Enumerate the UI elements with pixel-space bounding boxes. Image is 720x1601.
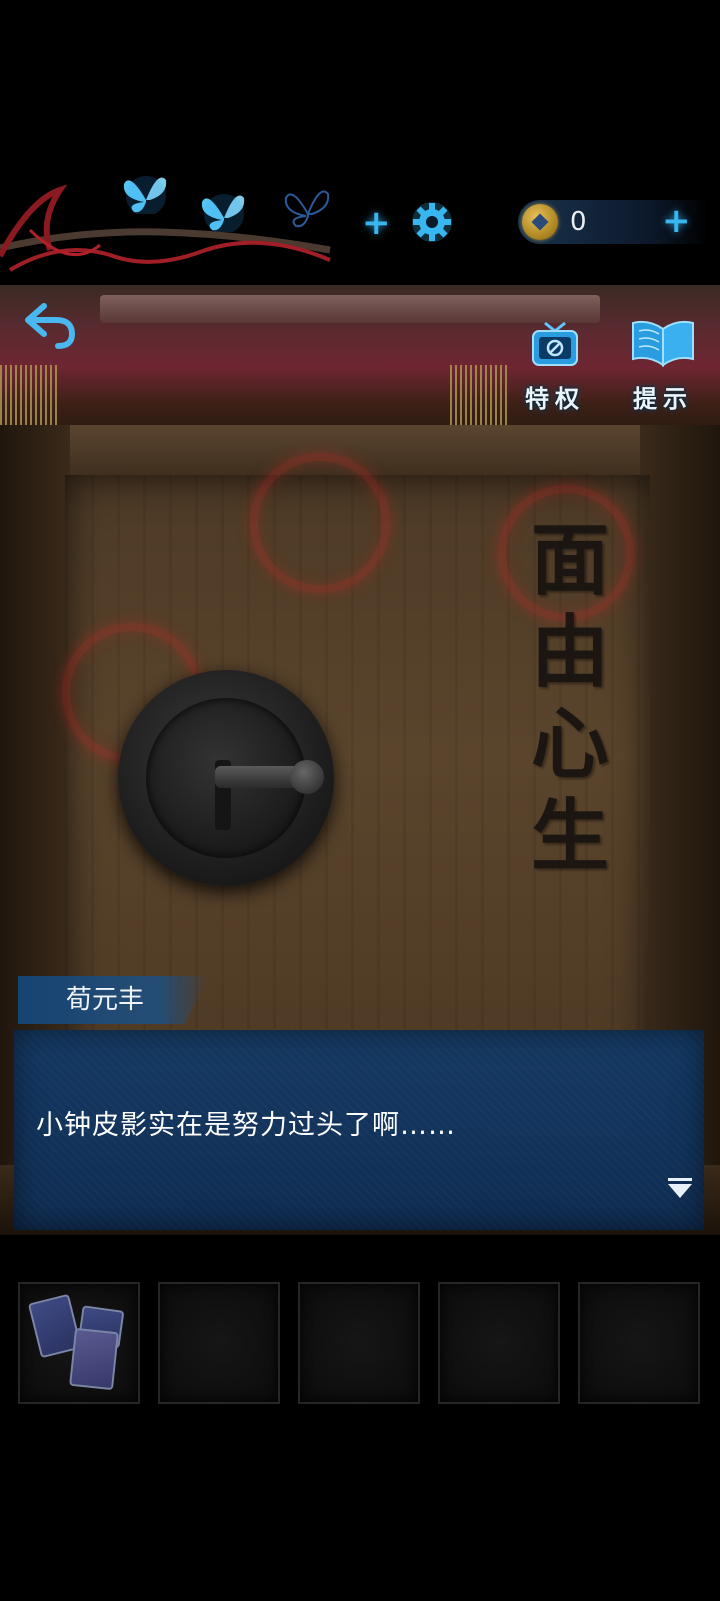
inventory-slot[interactable] [438, 1282, 560, 1404]
ink-inscription: 面 由 心 生 [520, 515, 620, 883]
butterfly-energy-icon [123, 176, 167, 214]
privilege-label: 特权 [525, 385, 585, 413]
inscription-char: 生 [530, 791, 609, 882]
game-screen: + 0 + 面 由 心 生 特权 提示 荀元丰 小钟皮影实在是努力过头了啊…… [0, 0, 720, 1601]
butterfly-empty-icon [284, 190, 330, 228]
hint-label: 提示 [633, 385, 693, 413]
butterfly-energy-icon [201, 194, 245, 232]
lock-knob[interactable] [290, 760, 324, 794]
top-hud: + 0 + [0, 160, 720, 280]
continue-arrow-icon[interactable] [666, 1176, 694, 1200]
add-coin-button[interactable]: + [662, 204, 691, 238]
gear-icon[interactable] [410, 200, 454, 244]
card-item-icon [69, 1327, 119, 1391]
inventory-slot[interactable] [158, 1282, 280, 1404]
tv-icon [532, 321, 578, 366]
open-book-icon [632, 320, 694, 367]
dialog-text: 小钟皮影实在是努力过头了啊…… [36, 1110, 456, 1141]
red-glow-ring [250, 453, 390, 593]
curtain-fringe [450, 365, 510, 425]
privilege-button[interactable]: 特权 [512, 315, 598, 415]
inscription-char: 面 [530, 515, 609, 606]
curtain-fringe [0, 365, 60, 425]
inventory-slot[interactable] [298, 1282, 420, 1404]
coin-icon [522, 204, 558, 240]
inventory-slot[interactable] [18, 1282, 140, 1404]
speaker-name: 荀元丰 [66, 985, 145, 1015]
inscription-char: 心 [530, 699, 609, 790]
add-energy-button[interactable]: + [362, 206, 391, 240]
round-lock[interactable] [118, 670, 334, 886]
hint-button[interactable]: 提示 [620, 315, 706, 415]
back-arrow-icon[interactable] [22, 300, 80, 352]
inventory-bar [18, 1282, 708, 1404]
inscription-char: 由 [530, 607, 609, 698]
inventory-slot[interactable] [578, 1282, 700, 1404]
coin-count: 0 [570, 207, 587, 237]
